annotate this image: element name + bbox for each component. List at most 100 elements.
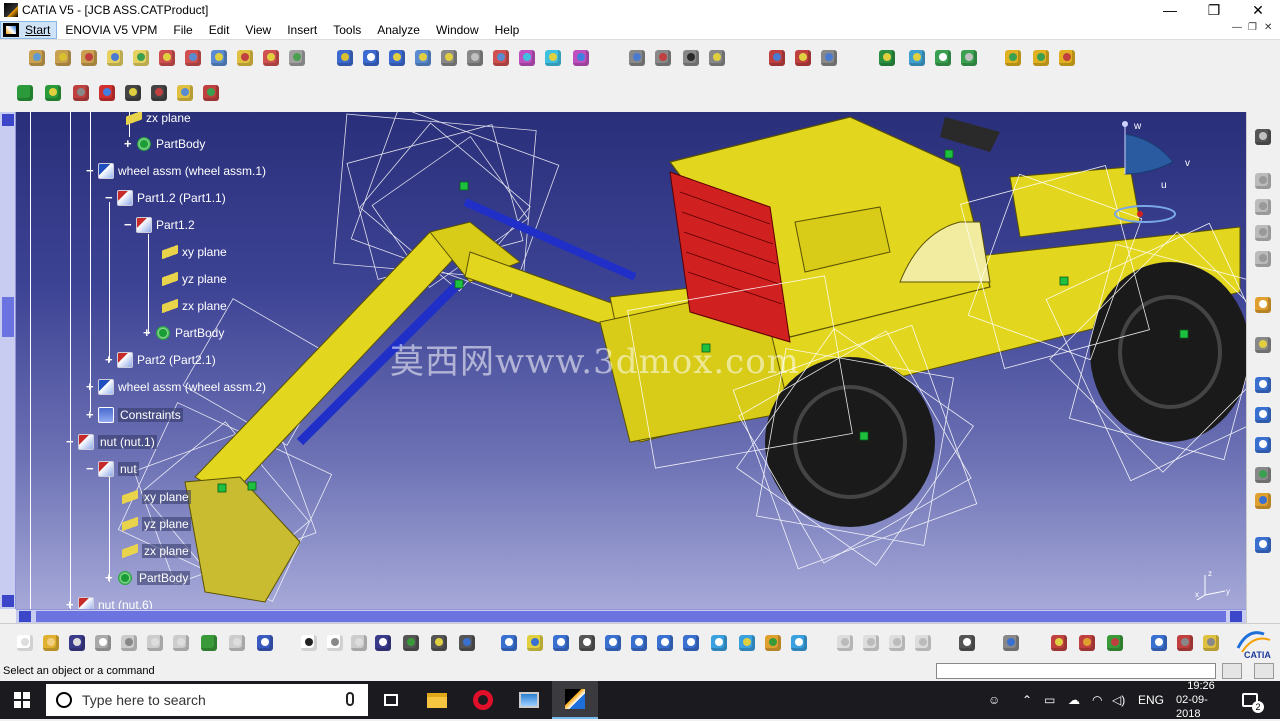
apply-material-icon[interactable] [1076,632,1098,654]
tree-node[interactable]: − wheel assm (wheel assm.1) [86,162,266,180]
cut-icon[interactable] [118,632,140,654]
menu-window[interactable]: Window [428,23,487,37]
normal-view-icon[interactable] [654,632,676,654]
tree-node[interactable]: zx plane [122,542,191,560]
collapse-icon[interactable]: − [66,435,76,448]
sectioning-icon[interactable] [652,47,674,69]
new-component-icon[interactable] [26,47,48,69]
new-product-icon[interactable] [52,47,74,69]
scroll-thumb[interactable] [2,297,14,337]
measure-between-icon[interactable] [1148,632,1170,654]
expand-icon[interactable]: + [105,353,115,366]
fit-all-icon[interactable] [524,632,546,654]
expand-icon[interactable]: + [124,137,134,150]
tree-node[interactable]: zx plane [162,297,227,315]
render-icon[interactable] [1048,632,1070,654]
clash-icon[interactable] [626,47,648,69]
catalog-browser-icon[interactable] [932,47,954,69]
isometric-view-icon[interactable] [708,632,730,654]
material-icon[interactable] [1252,490,1274,512]
tree-node[interactable]: xy plane [122,488,191,506]
expand-icon[interactable]: + [86,408,96,421]
camera-icon[interactable] [956,632,978,654]
catalog-icon[interactable] [456,632,478,654]
sketcher-icon[interactable] [1252,196,1274,218]
menu-file[interactable]: File [165,23,200,37]
tree-node[interactable]: + PartBody [143,324,224,342]
rotate-icon[interactable] [576,632,598,654]
knowledge-icon[interactable] [324,632,346,654]
graph-tree-reordering-icon[interactable] [182,47,204,69]
assembly-features-icon[interactable] [1056,47,1078,69]
flag-note-icon[interactable] [1252,404,1274,426]
tree-node[interactable]: + PartBody [105,569,191,587]
catia-taskbar-icon[interactable] [552,681,598,719]
doc-minimize-button[interactable]: — [1232,22,1242,33]
offset-constraint-icon[interactable] [490,47,512,69]
measure-item-bottom-icon[interactable] [1174,632,1196,654]
contact-constraint-icon[interactable] [464,47,486,69]
restore-button[interactable]: ❐ [1192,0,1236,20]
drafting-icon[interactable] [1252,222,1274,244]
direction-icon[interactable] [122,82,144,104]
file-explorer-icon[interactable] [414,681,460,719]
menu-edit[interactable]: Edit [201,23,238,37]
measure-item-icon[interactable] [174,82,196,104]
specification-tree[interactable]: zx plane + PartBody − wheel assm (wheel … [16,112,396,609]
fix-component-icon[interactable] [542,47,564,69]
fly-mode-icon[interactable] [498,632,520,654]
doc-restore-button[interactable]: ❐ [1248,22,1257,33]
clock[interactable]: 19:26 02-09-2018 [1176,680,1226,720]
plane-tool-icon[interactable] [1252,464,1274,486]
copy-icon[interactable] [144,632,166,654]
arrow-icon[interactable] [96,82,118,104]
rotate-compass-icon[interactable] [42,82,64,104]
tree-node[interactable]: + wheel assm (wheel assm.2) [86,378,266,396]
photos-app-icon[interactable] [506,681,552,719]
save-icon[interactable] [66,632,88,654]
wifi-icon[interactable]: ◠ [1092,681,1102,719]
annotation-icon[interactable] [906,47,928,69]
coincidence-constraint-icon[interactable] [438,47,460,69]
tree-node[interactable]: − Part1.2 (Part1.1) [105,189,226,207]
expand-icon[interactable]: + [66,598,76,609]
tree-node[interactable]: + Constraints [86,406,183,424]
expand-icon[interactable]: + [86,380,96,393]
collapse-icon[interactable]: − [124,218,134,231]
arrow-annotation-icon[interactable] [1252,434,1274,456]
menu-enovia[interactable]: ENOVIA V5 VPM [57,23,165,37]
close-button[interactable]: ✕ [1236,0,1280,20]
scroll-up-button[interactable] [2,114,14,126]
fix-together-icon[interactable] [570,47,592,69]
status-toggle-button[interactable] [1254,663,1274,679]
status-options-button[interactable] [1222,663,1242,679]
show-hidden-icons-chevron[interactable]: ⌃ [1022,681,1032,719]
doc-close-button[interactable]: ✕ [1264,22,1272,33]
menu-tools[interactable]: Tools [325,23,369,37]
menu-analyze[interactable]: Analyze [369,23,428,37]
print-icon[interactable] [92,632,114,654]
replace-component-icon[interactable] [156,47,178,69]
manage-representations-icon[interactable] [260,47,282,69]
distance-analysis-icon[interactable] [680,47,702,69]
analysis-icon[interactable] [1252,248,1274,270]
multi-instantiation-icon[interactable] [286,47,308,69]
zoom-in-icon[interactable] [602,632,624,654]
zoom-out-icon[interactable] [628,632,650,654]
tree-node[interactable]: zx plane [126,112,191,127]
gear-icon[interactable] [1252,126,1274,148]
opera-browser-icon[interactable] [460,681,506,719]
capture-icon[interactable] [1000,632,1022,654]
select-arrow-icon[interactable] [1252,294,1274,316]
tree-node[interactable]: + nut (nut.6) [66,596,153,609]
measure-icon[interactable] [706,47,728,69]
onedrive-icon[interactable]: ☁ [1068,681,1080,719]
existing-component-icon[interactable] [104,47,126,69]
reference-icon[interactable] [148,82,170,104]
paste-icon[interactable] [170,632,192,654]
bill-of-material-icon[interactable] [958,47,980,69]
constraint-analysis-icon[interactable] [792,47,814,69]
collapse-icon[interactable]: − [105,191,115,204]
open-folder-icon[interactable] [40,632,62,654]
selective-load-icon[interactable] [234,47,256,69]
